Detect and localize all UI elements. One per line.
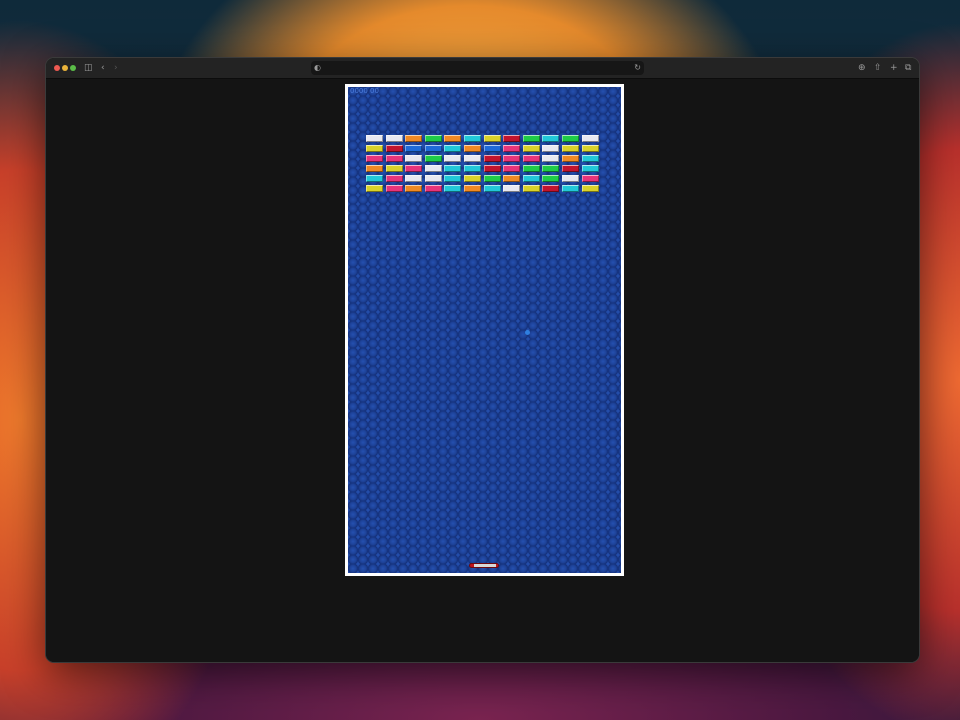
game-frame: 0000 00 bbox=[345, 84, 624, 576]
brick bbox=[366, 155, 383, 162]
brick bbox=[444, 155, 462, 162]
download-icon[interactable]: ⊕ bbox=[858, 61, 866, 75]
brick bbox=[424, 155, 442, 162]
brick bbox=[503, 165, 521, 172]
brick bbox=[385, 135, 403, 142]
brick bbox=[503, 175, 521, 182]
brick bbox=[444, 135, 462, 142]
brick bbox=[424, 145, 442, 152]
brick bbox=[522, 155, 540, 162]
ball bbox=[525, 330, 530, 335]
brick bbox=[424, 185, 442, 192]
brick bbox=[405, 165, 423, 172]
brick bbox=[522, 135, 540, 142]
brick bbox=[581, 135, 599, 142]
brick bbox=[542, 135, 560, 142]
browser-window: ◫ ‹ › ◐ ↻ ⊕ ⇧ + ⧉ 0000 00 bbox=[45, 57, 920, 663]
brick bbox=[562, 145, 579, 152]
brick bbox=[483, 145, 501, 152]
brick bbox=[405, 175, 423, 182]
game-canvas[interactable]: 0000 00 bbox=[348, 87, 621, 573]
brick bbox=[503, 185, 521, 192]
close-window-button[interactable] bbox=[54, 65, 60, 71]
plus-icon[interactable]: + bbox=[890, 61, 898, 75]
brick bbox=[444, 185, 462, 192]
brick bbox=[464, 185, 481, 192]
brick bbox=[562, 185, 579, 192]
reload-icon[interactable]: ↻ bbox=[634, 61, 641, 75]
brick bbox=[581, 155, 599, 162]
brick bbox=[405, 155, 423, 162]
brick bbox=[405, 135, 423, 142]
brick bbox=[444, 145, 462, 152]
brick bbox=[424, 175, 442, 182]
brick bbox=[562, 165, 579, 172]
brick bbox=[522, 145, 540, 152]
brick bbox=[444, 175, 462, 182]
chevron-right-icon[interactable]: › bbox=[114, 61, 118, 75]
brick bbox=[464, 135, 481, 142]
brick bbox=[581, 165, 599, 172]
brick bbox=[581, 145, 599, 152]
brick bbox=[483, 185, 501, 192]
shield-icon[interactable]: ◐ bbox=[314, 61, 321, 75]
brick bbox=[366, 165, 383, 172]
brick-grid bbox=[366, 135, 602, 195]
brick bbox=[522, 175, 540, 182]
brick bbox=[581, 175, 599, 182]
brick bbox=[385, 185, 403, 192]
share-icon[interactable]: ⇧ bbox=[874, 61, 882, 75]
brick bbox=[522, 185, 540, 192]
brick bbox=[464, 145, 481, 152]
brick bbox=[424, 165, 442, 172]
sidebar-icon[interactable]: ◫ bbox=[84, 61, 93, 75]
brick bbox=[542, 165, 560, 172]
brick bbox=[424, 135, 442, 142]
brick bbox=[581, 185, 599, 192]
brick bbox=[562, 135, 579, 142]
brick bbox=[385, 155, 403, 162]
brick bbox=[542, 145, 560, 152]
brick bbox=[503, 135, 521, 142]
brick bbox=[385, 145, 403, 152]
page-content: 0000 00 bbox=[46, 79, 919, 662]
chevron-left-icon[interactable]: ‹ bbox=[101, 61, 105, 75]
brick bbox=[385, 175, 403, 182]
brick bbox=[405, 185, 423, 192]
brick bbox=[366, 145, 383, 152]
brick bbox=[366, 135, 383, 142]
brick bbox=[444, 165, 462, 172]
brick bbox=[562, 155, 579, 162]
tabs-overview-icon[interactable]: ⧉ bbox=[905, 61, 911, 75]
minimize-window-button[interactable] bbox=[62, 65, 68, 71]
brick bbox=[542, 175, 560, 182]
score-display: 0000 00 bbox=[350, 87, 379, 95]
brick bbox=[464, 175, 481, 182]
brick bbox=[483, 135, 501, 142]
brick bbox=[503, 155, 521, 162]
brick bbox=[542, 155, 560, 162]
brick bbox=[385, 165, 403, 172]
browser-toolbar: ◫ ‹ › ◐ ↻ ⊕ ⇧ + ⧉ bbox=[46, 58, 919, 79]
brick bbox=[464, 165, 481, 172]
brick bbox=[464, 155, 481, 162]
brick bbox=[366, 175, 383, 182]
brick bbox=[483, 165, 501, 172]
paddle[interactable] bbox=[469, 563, 499, 568]
brick bbox=[503, 145, 521, 152]
brick bbox=[366, 185, 383, 192]
brick bbox=[562, 175, 579, 182]
brick bbox=[483, 175, 501, 182]
address-bar[interactable]: ◐ ↻ bbox=[311, 61, 644, 75]
zoom-window-button[interactable] bbox=[70, 65, 76, 71]
brick bbox=[483, 155, 501, 162]
brick bbox=[542, 185, 560, 192]
brick bbox=[405, 145, 423, 152]
brick bbox=[522, 165, 540, 172]
